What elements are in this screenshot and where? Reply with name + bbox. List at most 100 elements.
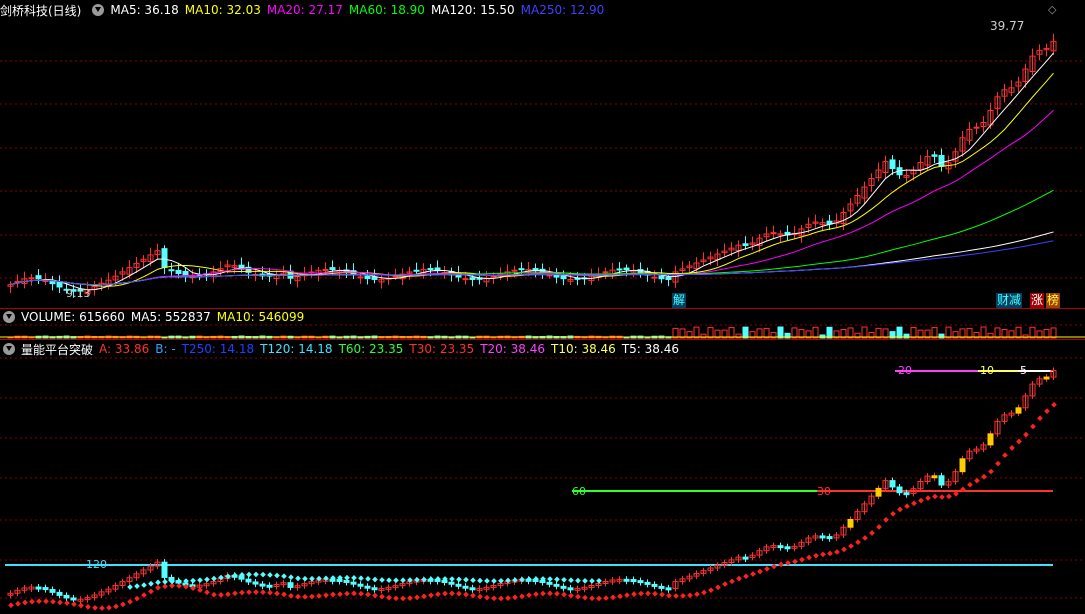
candle-down bbox=[175, 269, 182, 275]
signal-diamond bbox=[449, 590, 455, 597]
volume-bar bbox=[847, 327, 854, 339]
signal-diamond bbox=[428, 592, 434, 599]
signal-diamond bbox=[64, 600, 70, 606]
signal-diamond bbox=[813, 552, 819, 559]
volume-bar bbox=[945, 326, 952, 339]
candle-down bbox=[168, 269, 175, 272]
candle-down bbox=[931, 154, 938, 157]
signal-diamond bbox=[932, 493, 938, 500]
stock-chart-canvas[interactable] bbox=[0, 0, 1085, 614]
signal-diamond bbox=[1044, 408, 1050, 414]
candle-down bbox=[469, 277, 476, 280]
candle-up bbox=[651, 276, 658, 279]
volume-ma10-label: MA10: 546099 bbox=[216, 310, 305, 324]
signal-diamond bbox=[358, 590, 364, 597]
signal-diamond bbox=[463, 591, 469, 598]
signal-diamond bbox=[890, 510, 896, 517]
indicator-candle bbox=[931, 475, 938, 479]
signal-diamond bbox=[113, 603, 119, 610]
signal-diamond bbox=[1030, 423, 1036, 430]
candle-down bbox=[616, 268, 623, 271]
ma20-label: MA20: 27.17 bbox=[266, 3, 343, 17]
indicator-candle bbox=[567, 587, 574, 591]
indicator-candle bbox=[469, 587, 476, 591]
signal-diamond bbox=[127, 598, 133, 605]
signal-diamond bbox=[645, 590, 651, 597]
indicator-candle bbox=[364, 585, 371, 589]
indicator-candle bbox=[455, 583, 462, 587]
signal-diamond bbox=[365, 591, 371, 598]
cyan-diamond bbox=[155, 579, 161, 586]
signal-diamond bbox=[337, 591, 343, 598]
indicator-candle bbox=[259, 583, 266, 587]
cyan-diamond bbox=[358, 575, 364, 582]
ma120-label: MA120: 15.50 bbox=[430, 3, 515, 17]
volume-bar bbox=[693, 326, 700, 339]
indicator-candle bbox=[350, 581, 357, 585]
signal-diamond bbox=[582, 594, 588, 601]
signal-diamond bbox=[799, 556, 805, 563]
cyan-diamond bbox=[484, 578, 490, 584]
event-tag-jie[interactable]: 解 bbox=[672, 293, 687, 308]
indicator-candle bbox=[819, 535, 826, 539]
cyan-diamond bbox=[582, 578, 588, 584]
signal-diamond bbox=[925, 495, 931, 501]
volume-bar bbox=[896, 326, 903, 339]
indicator-candle bbox=[553, 583, 560, 587]
event-tag-bang[interactable]: 榜 bbox=[1046, 293, 1061, 308]
signal-diamond bbox=[981, 473, 987, 480]
signal-diamond bbox=[36, 598, 42, 605]
volume-panel-menu-icon[interactable] bbox=[3, 311, 15, 323]
signal-diamond bbox=[708, 587, 714, 593]
cyan-diamond bbox=[211, 575, 217, 582]
cyan-diamond bbox=[295, 575, 301, 582]
main-panel-menu-icon[interactable] bbox=[92, 4, 105, 16]
indicator-a-label: A: 33.86 bbox=[99, 342, 150, 356]
signal-diamond bbox=[295, 593, 301, 600]
event-tag-caijian[interactable]: 财减 bbox=[996, 293, 1023, 308]
cyan-diamond bbox=[449, 576, 455, 582]
event-tag-zhang[interactable]: 涨 bbox=[1030, 293, 1045, 308]
indicator-candle bbox=[343, 579, 350, 583]
indicator-candle bbox=[896, 486, 903, 494]
signal-diamond bbox=[659, 591, 665, 598]
indicator-candle bbox=[623, 578, 630, 582]
indicator-panel-menu-icon[interactable] bbox=[3, 343, 15, 355]
signal-diamond bbox=[841, 546, 847, 553]
candle-down bbox=[413, 269, 420, 272]
signal-diamond bbox=[995, 460, 1001, 467]
indicator-candle bbox=[847, 518, 854, 528]
signal-diamond bbox=[386, 594, 392, 601]
cyan-diamond bbox=[253, 571, 259, 578]
candle-up bbox=[490, 275, 497, 278]
signal-diamond bbox=[673, 593, 679, 599]
cyan-diamond bbox=[127, 584, 133, 590]
candle-down bbox=[889, 159, 896, 170]
signal-diamond bbox=[946, 493, 952, 500]
signal-diamond bbox=[456, 590, 462, 597]
indicator-candle bbox=[245, 578, 252, 583]
volume-bar bbox=[742, 326, 749, 339]
cyan-diamond bbox=[302, 575, 308, 582]
signal-diamond bbox=[554, 590, 560, 597]
signal-diamond bbox=[1037, 415, 1043, 422]
signal-diamond bbox=[211, 591, 217, 598]
signal-diamond bbox=[820, 551, 826, 558]
level-label-5: 5 bbox=[1020, 364, 1027, 377]
signal-diamond bbox=[232, 590, 238, 597]
diamond-icon[interactable]: ◇ bbox=[1048, 3, 1056, 16]
cyan-diamond bbox=[400, 577, 406, 584]
indicator-candle bbox=[49, 589, 56, 593]
indicator-candle bbox=[448, 581, 455, 585]
cyan-diamond bbox=[204, 576, 210, 583]
signal-diamond bbox=[505, 595, 511, 601]
indicator-t120-label: T120: 14.18 bbox=[260, 342, 333, 356]
candle-down bbox=[938, 155, 945, 167]
signal-diamond bbox=[344, 590, 350, 597]
signal-diamond bbox=[652, 590, 658, 597]
candle-up bbox=[973, 126, 980, 129]
signal-diamond bbox=[8, 602, 14, 609]
signal-diamond bbox=[687, 592, 693, 599]
signal-diamond bbox=[274, 590, 280, 597]
level-label-60: 60 bbox=[572, 485, 586, 498]
